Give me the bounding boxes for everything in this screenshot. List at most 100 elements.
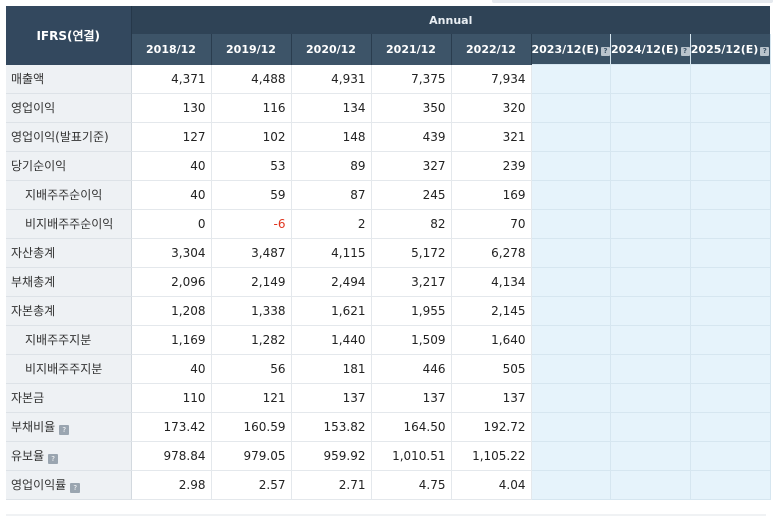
estimate-cell [610, 470, 691, 500]
estimate-year-header: 2025/12(E)? [690, 34, 771, 65]
value-cell: 2,149 [211, 267, 292, 297]
estimate-cell [610, 354, 691, 384]
estimate-cell [690, 470, 771, 500]
estimate-cell [531, 122, 612, 152]
estimate-cell [610, 238, 691, 268]
value-cell: 116 [211, 93, 292, 123]
value-cell: 245 [371, 180, 452, 210]
row-label[interactable]: 당기순이익 [6, 151, 132, 181]
estimate-cell [690, 122, 771, 152]
tab-strip-edge [492, 0, 773, 3]
value-cell: 1,169 [131, 325, 212, 355]
value-cell: 137 [451, 383, 532, 413]
estimate-cell [610, 267, 691, 297]
year-header: 2022/12 [451, 34, 532, 65]
row-label[interactable]: 영업이익(발표기준) [6, 122, 132, 152]
info-icon[interactable]: ? [59, 425, 70, 435]
value-cell: 6,278 [451, 238, 532, 268]
estimate-cell [610, 441, 691, 471]
value-cell: 137 [291, 383, 372, 413]
value-cell: 5,172 [371, 238, 452, 268]
value-cell: 164.50 [371, 412, 452, 442]
estimate-cell [690, 441, 771, 471]
estimate-cell [690, 296, 771, 326]
estimate-cell [610, 296, 691, 326]
estimate-cell [610, 151, 691, 181]
table-row: 영업이익률? 2.98 2.57 2.71 4.75 4.04 [6, 470, 771, 500]
row-label-text: 비지배주주순이익 [25, 217, 114, 231]
row-label[interactable]: 매출액 [6, 64, 132, 94]
year-header: 2018/12 [131, 34, 212, 65]
estimate-year-label: 2025/12(E) [690, 42, 759, 56]
table-row: 영업이익(발표기준) 127 102 148 439 321 [6, 122, 771, 152]
estimate-cell [531, 354, 612, 384]
row-label[interactable]: 자본금 [6, 383, 132, 413]
value-cell: 1,440 [291, 325, 372, 355]
row-label[interactable]: 영업이익 [6, 93, 132, 123]
value-cell: 979.05 [211, 441, 292, 471]
estimate-cell [531, 93, 612, 123]
estimate-cell [531, 383, 612, 413]
estimate-cell [610, 122, 691, 152]
value-cell: 321 [451, 122, 532, 152]
row-label-text: 영업이익 [11, 101, 56, 115]
info-icon[interactable]: ? [680, 46, 690, 56]
value-cell: 1,338 [211, 296, 292, 326]
value-cell: 1,955 [371, 296, 452, 326]
row-label[interactable]: 지배주주지분 [6, 325, 132, 355]
value-cell: 2,096 [131, 267, 212, 297]
ifrs-consolidated-header: IFRS(연결) [6, 6, 132, 65]
value-cell: 7,375 [371, 64, 452, 94]
estimate-cell [531, 180, 612, 210]
row-label-text: 자본금 [11, 391, 45, 405]
estimate-cell [531, 64, 612, 94]
value-cell: 40 [131, 354, 212, 384]
row-label[interactable]: 부채비율? [6, 412, 132, 442]
value-cell: 1,509 [371, 325, 452, 355]
row-label[interactable]: 영업이익률? [6, 470, 132, 500]
row-label-text: 자산총계 [11, 246, 56, 260]
row-label-text: 당기순이익 [11, 159, 67, 173]
estimate-cell [690, 354, 771, 384]
value-cell: 1,640 [451, 325, 532, 355]
row-label[interactable]: 자본총계 [6, 296, 132, 326]
table-row: 당기순이익 40 53 89 327 239 [6, 151, 771, 181]
value-cell: 239 [451, 151, 532, 181]
estimate-cell [690, 238, 771, 268]
value-cell: 2,145 [451, 296, 532, 326]
table-row: 매출액 4,371 4,488 4,931 7,375 7,934 [6, 64, 771, 94]
estimate-cell [531, 296, 612, 326]
row-label[interactable]: 유보율? [6, 441, 132, 471]
value-cell: 1,010.51 [371, 441, 452, 471]
row-label[interactable]: 비지배주주순이익 [6, 209, 132, 239]
info-icon[interactable]: ? [48, 454, 59, 464]
row-label-text: 매출액 [11, 72, 45, 86]
row-label[interactable]: 자산총계 [6, 238, 132, 268]
estimate-cell [690, 180, 771, 210]
value-cell: 56 [211, 354, 292, 384]
value-cell: -6 [211, 209, 292, 239]
info-icon[interactable]: ? [601, 46, 610, 56]
value-cell: 102 [211, 122, 292, 152]
value-cell: 350 [371, 93, 452, 123]
value-cell: 3,487 [211, 238, 292, 268]
value-cell: 320 [451, 93, 532, 123]
info-icon[interactable]: ? [70, 483, 81, 493]
row-label[interactable]: 비지배주주지분 [6, 354, 132, 384]
info-icon[interactable]: ? [760, 46, 770, 56]
year-header: 2020/12 [291, 34, 372, 65]
row-label[interactable]: 부채총계 [6, 267, 132, 297]
estimate-cell [531, 412, 612, 442]
value-cell: 110 [131, 383, 212, 413]
estimate-cell [690, 93, 771, 123]
row-label-text: 부채총계 [11, 275, 56, 289]
table-row: 유보율? 978.84 979.05 959.92 1,010.51 1,105.22 [6, 441, 771, 471]
table-row: 영업이익 130 116 134 350 320 [6, 93, 771, 123]
value-cell: 7,934 [451, 64, 532, 94]
row-label[interactable]: 지배주주순이익 [6, 180, 132, 210]
estimate-year-header: 2024/12(E)? [610, 34, 691, 65]
table-row: 비지배주주순이익 0 -6 2 82 70 [6, 209, 771, 239]
estimate-cell [531, 209, 612, 239]
row-label-text: 부채비율 [11, 420, 56, 434]
row-label-text: 영업이익(발표기준) [11, 130, 109, 144]
